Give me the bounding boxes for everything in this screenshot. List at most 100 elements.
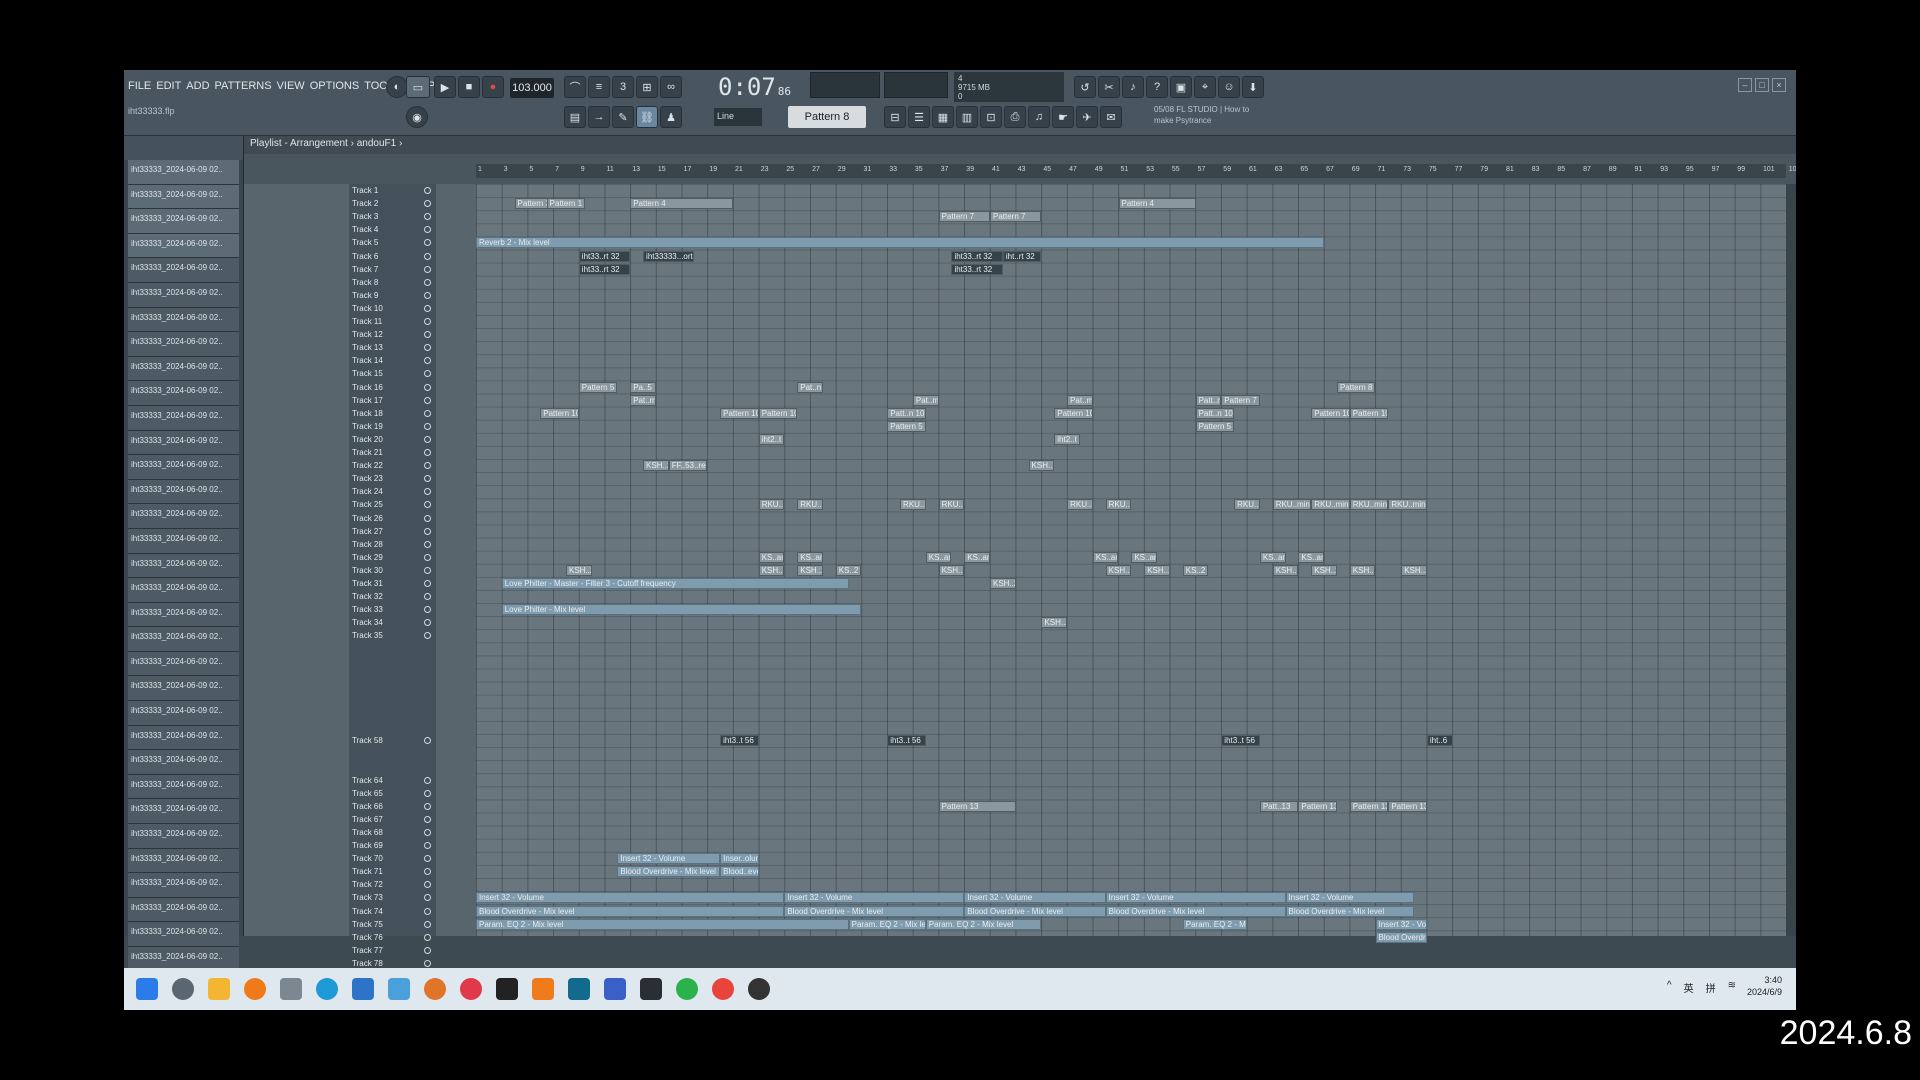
track-header[interactable]: Track 15 <box>349 367 436 380</box>
playlist-clip[interactable]: Pat..n 5 <box>797 381 823 393</box>
countdown-icon[interactable]: 3 <box>612 76 634 98</box>
playlist-clip[interactable]: Param. EQ 2 - Mix level <box>848 918 926 930</box>
mute-icon[interactable] <box>424 200 431 208</box>
minimize-icon[interactable]: – <box>1738 78 1752 92</box>
browser-item[interactable]: iht33333_2024-06-09 02.. <box>128 701 239 726</box>
playlist-clip[interactable]: Blood Overdrive - Mix level <box>1375 931 1427 943</box>
track-header[interactable]: Track 28 <box>349 538 436 551</box>
track-header[interactable]: Track 33 <box>349 603 436 616</box>
maximize-icon[interactable]: □ <box>1755 78 1769 92</box>
playlist-clip[interactable]: Insert 32 - Volume <box>1285 892 1415 904</box>
mute-icon[interactable] <box>424 213 431 221</box>
browser-item[interactable]: iht33333_2024-06-09 02.. <box>128 774 239 800</box>
mute-icon[interactable] <box>424 580 431 587</box>
mute-icon[interactable] <box>424 881 431 889</box>
playlist-clip[interactable]: Blood Overdrive - Mix level <box>964 905 1106 917</box>
track-header[interactable]: Track 24 <box>349 485 436 498</box>
browser-item[interactable]: iht33333_2024-06-09 02.. <box>128 676 239 702</box>
tempo-display[interactable]: 103.000 <box>510 78 554 98</box>
playlist-clip[interactable]: Pa..5 <box>630 381 656 393</box>
download-icon[interactable]: ⬇ <box>1242 76 1264 98</box>
playlist-clip[interactable]: Pattern 5 <box>887 420 926 432</box>
track-header[interactable]: Track 74 <box>349 905 436 918</box>
mute-icon[interactable] <box>424 278 431 286</box>
mute-icon[interactable] <box>424 802 431 810</box>
menu-item-view[interactable]: VIEW <box>277 80 305 92</box>
playlist-clip[interactable]: RKU..min <box>1067 499 1093 511</box>
save-icon[interactable]: ▣ <box>1170 76 1192 98</box>
browser-item[interactable]: iht33333_2024-06-09 02.. <box>128 578 239 603</box>
mute-icon[interactable] <box>424 933 431 941</box>
playlist-clip[interactable]: iht2..t 48 <box>758 433 785 445</box>
browser-item[interactable]: iht33333_2024-06-09 02.. <box>128 381 239 406</box>
playlist-clip[interactable]: KSH..2 <box>1272 564 1299 576</box>
playlist-clip[interactable]: Patt..n 10 <box>887 407 926 419</box>
playlist-clip[interactable]: iht3..t 56 <box>1221 735 1260 747</box>
mute-icon[interactable] <box>424 396 431 404</box>
playlist-clip[interactable]: iht3..t 56 <box>720 735 759 747</box>
track-header[interactable]: Track 21 <box>349 446 436 459</box>
mute-icon[interactable] <box>424 226 431 234</box>
mic-icon[interactable]: ♪ <box>1122 76 1144 98</box>
mute-icon[interactable] <box>424 462 431 470</box>
browser-item[interactable]: iht33333_2024-06-09 02.. <box>128 405 239 431</box>
mute-icon[interactable] <box>424 894 431 902</box>
mute-icon[interactable] <box>424 789 431 797</box>
search-icon[interactable] <box>244 978 266 1000</box>
track-header[interactable]: Track 32 <box>349 590 436 603</box>
playlist-clip[interactable]: Pattern 10 <box>1311 407 1350 419</box>
playlist-clip[interactable]: Love Philter - Mix level <box>501 604 862 616</box>
mute-icon[interactable] <box>424 946 431 954</box>
timeline-ruler[interactable]: 1 3 5 7 9 11 13 15 17 19 21 23 25 27 29 31 33 35 37 39 41 43 4… <box>476 164 1796 178</box>
playlist-clip[interactable]: KS..2 <box>1182 564 1209 576</box>
track-header[interactable]: Track 67 <box>349 813 436 826</box>
mute-icon[interactable] <box>424 304 431 312</box>
playlist-clip[interactable]: Pattern 13 <box>1388 800 1427 812</box>
playlist-clip[interactable]: KSH..2 <box>1041 617 1068 629</box>
playlist-clip[interactable]: KSH..2 <box>797 564 823 576</box>
playlist-clip[interactable]: iht33..rt 32 <box>578 263 631 275</box>
playlist-clip[interactable]: Pattern 10 <box>758 407 798 419</box>
apple-icon[interactable] <box>172 978 194 1000</box>
track-header[interactable]: Track 30 <box>349 564 436 577</box>
mute-icon[interactable] <box>424 409 431 417</box>
track-header[interactable]: Track 17 <box>349 394 436 407</box>
playlist-clip[interactable]: Insert 32 - Volume <box>964 892 1106 904</box>
browser-item[interactable]: iht33333_2024-06-09 02.. <box>128 627 239 652</box>
mute-icon[interactable] <box>424 907 431 915</box>
mute-icon[interactable] <box>424 868 431 876</box>
browser-item[interactable]: iht33333_2024-06-09 02.. <box>128 504 239 529</box>
mute-icon[interactable] <box>424 488 431 496</box>
mute-icon[interactable] <box>424 187 431 194</box>
mute-icon[interactable] <box>424 815 431 823</box>
menu-item-add[interactable]: ADD <box>186 80 209 92</box>
track-header[interactable]: Track 4 <box>349 223 436 236</box>
stamp-icon[interactable]: ♟ <box>660 106 682 128</box>
browser-item[interactable]: iht33333_2024-06-09 02.. <box>128 651 239 677</box>
news-hint[interactable]: 05/08 FL STUDIO | How to make Psytrance <box>1154 104 1264 126</box>
track-header[interactable]: Track 19 <box>349 420 436 433</box>
fl-studio-icon[interactable] <box>424 978 446 1000</box>
track-header[interactable]: Track 3 <box>349 210 436 223</box>
chevron-up-icon[interactable]: ^ <box>1667 980 1672 995</box>
track-header[interactable]: Track 11 <box>349 315 436 328</box>
track-header[interactable]: Track 14 <box>349 354 436 367</box>
playlist-clip[interactable]: RKU..min <box>1388 499 1427 511</box>
playlist-clip[interactable]: Param. EQ 2 - Mix level <box>1182 918 1247 930</box>
playlist-clip[interactable]: Pattern 7 <box>938 211 990 223</box>
menu-item-edit[interactable]: EDIT <box>156 80 181 92</box>
mute-icon[interactable] <box>424 383 431 391</box>
track-header[interactable]: Track 26 <box>349 512 436 525</box>
playlist-clip[interactable]: Pattern 10 <box>1054 407 1093 419</box>
plugin-icon[interactable]: ⌖ <box>1194 76 1216 98</box>
capcut-icon[interactable] <box>568 978 590 1000</box>
playlist-clip[interactable]: KSH..2 <box>990 578 1016 589</box>
pinyin-indicator[interactable]: 拼 <box>1706 980 1716 995</box>
mute-icon[interactable] <box>424 357 431 365</box>
arrow-icon[interactable]: → <box>588 106 610 128</box>
playlist-clip[interactable]: iht33..rt 32 <box>578 250 631 262</box>
browser-item[interactable]: iht33333_2024-06-09 02.. <box>128 332 239 357</box>
playlist-clip[interactable]: RKU..min <box>1311 499 1350 511</box>
mute-icon[interactable] <box>424 291 431 299</box>
browser-icon[interactable]: ▥ <box>956 106 978 128</box>
